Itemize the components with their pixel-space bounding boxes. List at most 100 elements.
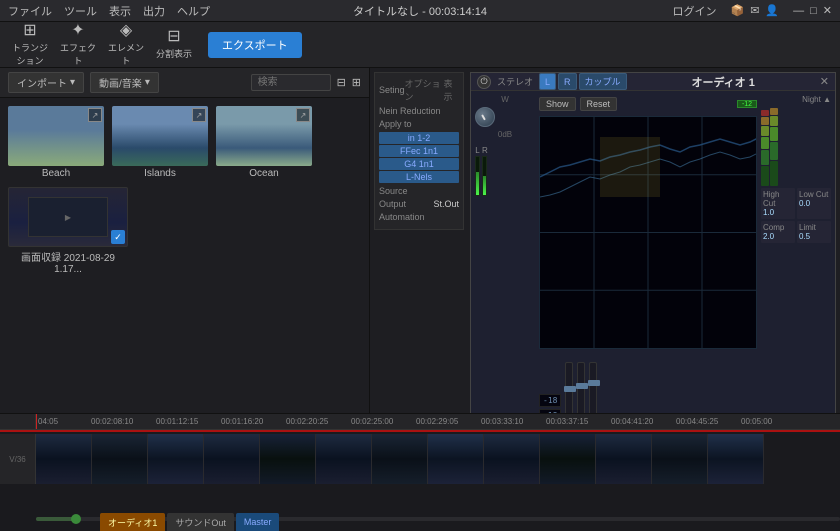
- fader-section: -18 -18: [539, 352, 757, 422]
- param-val-3: 0.5: [799, 232, 829, 241]
- menu-bar: ファイル ツール 表示 出力 ヘルプ: [8, 3, 210, 19]
- plugin-close-btn[interactable]: ✕: [820, 75, 829, 88]
- frame-4: [204, 434, 260, 484]
- transition-btn[interactable]: ⊞ トランジション: [8, 26, 52, 64]
- frame-8: [428, 434, 484, 484]
- ch-left-btn[interactable]: L: [539, 73, 556, 90]
- playhead-line: [36, 414, 37, 429]
- noise-reduction-label: Nein Reduction: [379, 106, 441, 116]
- audio-plugin-window: ⏻ ステレオ L R カップル オーディオ 1 ✕: [470, 72, 836, 445]
- right-label: Night ▲: [761, 95, 831, 104]
- main-toolbar: ⊞ トランジション ✦ エフェクト ◈ エレメント ⊟ 分割表示 エクスポート: [0, 22, 840, 68]
- level-meters-right: [761, 106, 831, 186]
- filmstrip: [36, 434, 840, 484]
- timeline-area: 04:05 00:02:08:10 00:01:12:15 00:01:16:2…: [0, 413, 840, 531]
- audio-settings-panel: Seting オプション 表示 Nein Reduction Apply to …: [374, 72, 464, 230]
- audio-tab-2[interactable]: サウンドOut: [167, 513, 234, 531]
- plugin-left-col: W 0dB L: [475, 95, 535, 422]
- secondary-toolbar: インポート ▾ 動画/音楽 ▾ ⊟ ⊞: [0, 68, 369, 98]
- audio-tab-bar: オーディオ1 サウンドOut Master: [100, 513, 279, 531]
- filter-button[interactable]: 動画/音楽 ▾: [90, 72, 159, 93]
- split-icon: ⊟: [167, 29, 180, 45]
- param-name-2: Comp: [763, 223, 793, 232]
- ch-couple-btn[interactable]: カップル: [579, 73, 627, 90]
- ruler-mark-5: 00:02:25:00: [351, 417, 393, 426]
- frame-12: [652, 434, 708, 484]
- apply-option-2[interactable]: FFec 1n1: [379, 145, 459, 157]
- param-val-1: 0.0: [799, 199, 829, 208]
- setting-label: Seting: [379, 85, 405, 95]
- plugin-titlebar: ⏻ ステレオ L R カップル オーディオ 1 ✕: [471, 73, 835, 91]
- corner-indicator: ↗: [192, 108, 206, 122]
- filter-icon[interactable]: ⊟: [337, 76, 346, 89]
- param-knobs: High Cut 1.0 Low Cut 0.0 Comp: [761, 188, 831, 243]
- timeline-red-bar: [0, 430, 840, 432]
- login-label[interactable]: ログイン: [673, 3, 717, 19]
- split-btn[interactable]: ⊟ 分割表示: [152, 26, 196, 64]
- filter-chevron-icon: ▾: [145, 77, 150, 88]
- ruler-mark-1: 00:02:08:10: [91, 417, 133, 426]
- media-item-screen[interactable]: ▶ ✓ 画面収録 2021-08-29 1.17...: [8, 187, 128, 275]
- progress-thumb[interactable]: [71, 514, 81, 524]
- export-button[interactable]: エクスポート: [208, 32, 302, 58]
- menu-output[interactable]: 出力: [143, 3, 165, 19]
- progress-fill: [36, 517, 76, 521]
- ruler-corner: [0, 414, 36, 429]
- grid-view-icon[interactable]: ⊞: [352, 76, 361, 89]
- ruler-mark-3: 00:01:16:20: [221, 417, 263, 426]
- title-bar: ファイル ツール 表示 出力 ヘルプ タイトルなし - 00:03:14:14 …: [0, 0, 840, 22]
- plugin-content: W 0dB L: [471, 91, 835, 426]
- output-label: Output: [379, 199, 406, 209]
- param-name-1: Low Cut: [799, 190, 829, 199]
- plugin-title: オーディオ 1: [691, 74, 754, 90]
- media-label-ocean: Ocean: [216, 168, 312, 179]
- frame-11: [596, 434, 652, 484]
- left-meter-label: L: [475, 146, 479, 155]
- frame-9: [484, 434, 540, 484]
- import-button[interactable]: インポート ▾: [8, 72, 84, 93]
- media-item-beach[interactable]: ↗ Beach: [8, 106, 104, 179]
- apply-option-1[interactable]: in 1-2: [379, 132, 459, 144]
- right-meter-label: R: [482, 146, 488, 155]
- frame-3: [148, 434, 204, 484]
- media-label-islands: Islands: [112, 168, 208, 179]
- ch-right-btn[interactable]: R: [558, 73, 577, 90]
- eq-label: W: [475, 95, 535, 104]
- search-input[interactable]: [251, 74, 331, 91]
- menu-tools[interactable]: ツール: [64, 3, 97, 19]
- param-name-0: High Cut: [763, 190, 793, 208]
- transition-icon: ⊞: [23, 23, 36, 39]
- menu-view[interactable]: 表示: [109, 3, 131, 19]
- menu-file[interactable]: ファイル: [8, 3, 52, 19]
- audio-tab-1[interactable]: オーディオ1: [100, 513, 165, 531]
- plugin-center-col: Show Reset -12: [539, 95, 757, 422]
- audio-tab-3[interactable]: Master: [236, 513, 280, 531]
- automation-label: Automation: [379, 212, 425, 222]
- main-knob[interactable]: [475, 107, 495, 127]
- param-name-3: Limit: [799, 223, 829, 232]
- element-icon: ◈: [120, 23, 132, 39]
- show-button[interactable]: Show: [539, 97, 576, 111]
- ruler-mark-8: 00:03:37:15: [546, 417, 588, 426]
- plugin-power-btn[interactable]: ⏻: [477, 75, 491, 89]
- menu-help[interactable]: ヘルプ: [177, 3, 210, 19]
- media-label-screen: 画面収録 2021-08-29 1.17...: [8, 249, 128, 275]
- effect-btn[interactable]: ✦ エフェクト: [56, 26, 100, 64]
- corner-indicator: ↗: [296, 108, 310, 122]
- plugin-right-col: Night ▲: [761, 95, 831, 422]
- reset-button[interactable]: Reset: [580, 97, 618, 111]
- level-display-left: -18: [539, 394, 561, 407]
- apply-option-3[interactable]: G4 1n1: [379, 158, 459, 170]
- vu-meters: L R: [475, 146, 535, 196]
- apply-option-4[interactable]: L-Nels: [379, 171, 459, 183]
- media-item-islands[interactable]: ↗ Islands: [112, 106, 208, 179]
- ruler-mark-10: 00:04:45:25: [676, 417, 718, 426]
- spectrum-display: [539, 116, 757, 349]
- channel-label: ステレオ: [497, 75, 533, 88]
- ruler-mark-0: 04:05: [38, 417, 58, 426]
- window-controls: ログイン 📦 ✉ 👤 — □ ✕: [673, 3, 833, 19]
- media-item-ocean[interactable]: ↗ Ocean: [216, 106, 312, 179]
- effect-icon: ✦: [71, 23, 84, 39]
- frame-6: [316, 434, 372, 484]
- element-btn[interactable]: ◈ エレメント: [104, 26, 148, 64]
